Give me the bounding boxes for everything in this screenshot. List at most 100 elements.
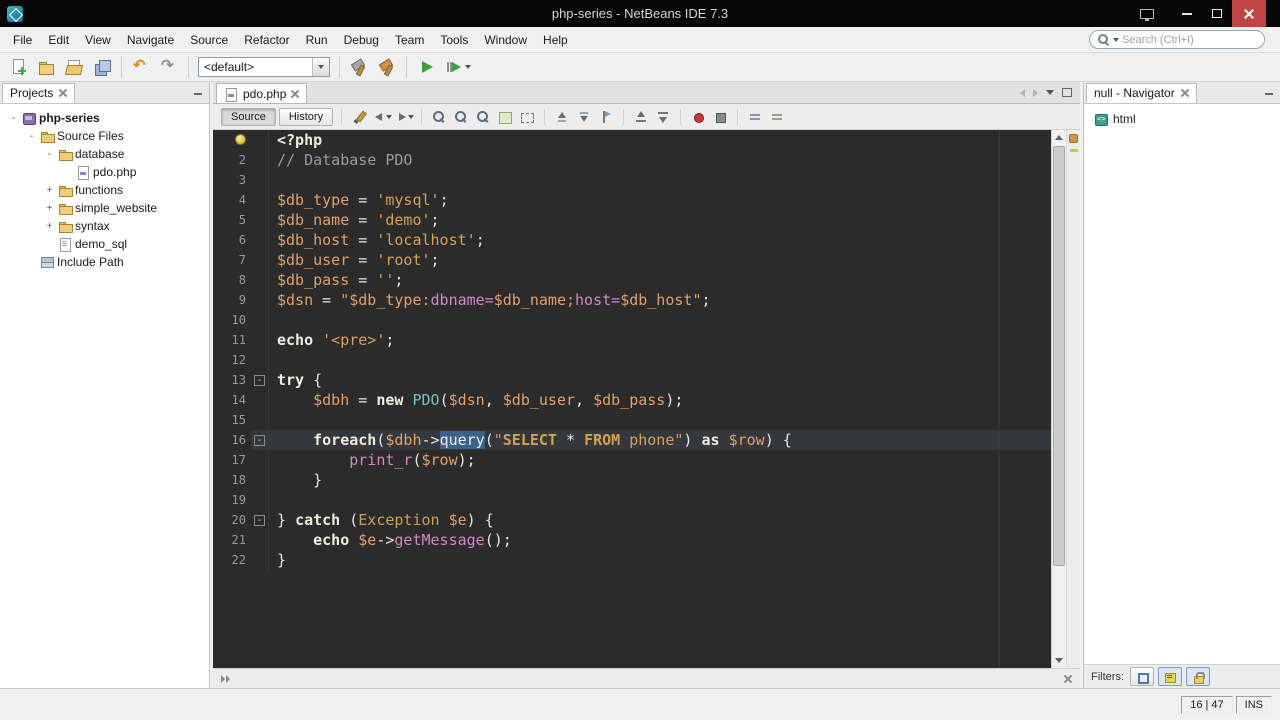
tree-toggle[interactable]: - xyxy=(8,113,19,124)
projects-tab[interactable]: Projects xyxy=(2,83,76,103)
menu-window[interactable]: Window xyxy=(476,27,535,52)
menu-navigate[interactable]: Navigate xyxy=(119,27,182,52)
scrollbar-thumb[interactable] xyxy=(1053,146,1065,566)
code-line[interactable]: 19 xyxy=(213,490,1051,510)
minimize-panel-button[interactable] xyxy=(191,87,205,100)
code-line[interactable]: 21 echo $e->getMessage(); xyxy=(213,530,1051,550)
code-line[interactable]: 3 xyxy=(213,170,1051,190)
code-editor[interactable]: <?php 2 // Database PDO 3 4 $db_type = 'mysql… xyxy=(213,130,1080,668)
navigator-tab[interactable]: null - Navigator xyxy=(1086,83,1197,103)
next-bookmark-button[interactable] xyxy=(574,107,594,127)
stop-macro-button[interactable] xyxy=(710,107,730,127)
redo-button[interactable] xyxy=(155,54,183,80)
uncomment-button[interactable] xyxy=(767,107,787,127)
tree-toggle[interactable]: + xyxy=(44,221,55,232)
tree-node-source-files[interactable]: - Source Files xyxy=(0,127,209,145)
maximize-button[interactable] xyxy=(1202,0,1232,27)
titlebar[interactable]: php-series - NetBeans IDE 7.3 xyxy=(0,0,1280,27)
minimize-button[interactable] xyxy=(1172,0,1202,27)
scroll-tabs-left-icon[interactable] xyxy=(1020,88,1025,97)
code-line[interactable]: 2 // Database PDO xyxy=(213,150,1051,170)
previous-bookmark-button[interactable] xyxy=(552,107,572,127)
fold-toggle-icon[interactable]: - xyxy=(254,514,265,526)
display-settings-button[interactable] xyxy=(1132,0,1162,27)
fold-toggle-icon[interactable]: - xyxy=(254,374,265,386)
tree-node-php-series[interactable]: - php-series xyxy=(0,109,209,127)
breadcrumb-close-icon[interactable] xyxy=(1064,675,1072,683)
last-edit-button[interactable] xyxy=(350,107,370,127)
find-previous-button[interactable] xyxy=(451,107,471,127)
code-line[interactable]: 20-} catch (Exception $e) { xyxy=(213,510,1051,530)
tree-toggle[interactable]: - xyxy=(44,149,55,160)
vertical-scrollbar[interactable] xyxy=(1051,130,1066,668)
show-inherited-filter-button[interactable] xyxy=(1130,667,1154,686)
code-line[interactable]: 13- try { xyxy=(213,370,1051,390)
save-all-button[interactable] xyxy=(88,54,116,80)
menu-help[interactable]: Help xyxy=(535,27,576,52)
back-button[interactable] xyxy=(372,107,393,127)
history-view-button[interactable]: History xyxy=(278,107,334,126)
previous-occurrence-button[interactable] xyxy=(631,107,651,127)
fold-toggle-icon[interactable]: - xyxy=(254,434,265,446)
minimize-panel-button[interactable] xyxy=(1262,87,1276,100)
close-tab-icon[interactable] xyxy=(291,90,299,98)
menu-edit[interactable]: Edit xyxy=(40,27,77,52)
code-line[interactable]: 8 $db_pass = ''; xyxy=(213,270,1051,290)
code-line[interactable]: 6 $db_host = 'localhost'; xyxy=(213,230,1051,250)
tree-node-demo-sql[interactable]: demo_sql xyxy=(0,235,209,253)
menu-file[interactable]: File xyxy=(5,27,40,52)
config-select[interactable]: <default> xyxy=(198,57,330,77)
maximize-editor-icon[interactable] xyxy=(1062,88,1072,97)
code-line[interactable]: 16- foreach($dbh->query("SELECT * FROM p… xyxy=(213,430,1051,450)
scroll-tabs-right-icon[interactable] xyxy=(1033,88,1038,97)
warning-status-icon[interactable] xyxy=(1069,134,1078,143)
code-line[interactable]: 17 print_r($row); xyxy=(213,450,1051,470)
code-line[interactable]: 4 $db_type = 'mysql'; xyxy=(213,190,1051,210)
menu-view[interactable]: View xyxy=(77,27,119,52)
find-selection-button[interactable] xyxy=(429,107,449,127)
code-line[interactable]: 7 $db_user = 'root'; xyxy=(213,250,1051,270)
menu-source[interactable]: Source xyxy=(182,27,236,52)
scroll-up-button[interactable] xyxy=(1052,130,1066,145)
combo-dropdown-button[interactable] xyxy=(312,58,329,76)
comment-button[interactable] xyxy=(745,107,765,127)
code-line[interactable]: 18 } xyxy=(213,470,1051,490)
close-icon[interactable] xyxy=(59,89,67,97)
hint-mark-icon[interactable] xyxy=(1070,149,1078,152)
tree-node-functions[interactable]: + functions xyxy=(0,181,209,199)
undo-button[interactable] xyxy=(127,54,155,80)
search-input[interactable] xyxy=(1122,33,1257,46)
tree-toggle[interactable]: - xyxy=(26,131,37,142)
tab-list-icon[interactable] xyxy=(1046,90,1054,95)
clean-build-project-button[interactable] xyxy=(373,54,401,80)
show-content-filter-button[interactable] xyxy=(1186,667,1210,686)
menu-debug[interactable]: Debug xyxy=(336,27,387,52)
tree-node-database[interactable]: - database xyxy=(0,145,209,163)
breadcrumb-chevron-icon[interactable] xyxy=(221,674,233,684)
menu-tools[interactable]: Tools xyxy=(432,27,476,52)
code-line[interactable]: 14 $dbh = new PDO($dsn, $db_user, $db_pa… xyxy=(213,390,1051,410)
scroll-down-button[interactable] xyxy=(1052,653,1066,668)
tree-toggle[interactable]: + xyxy=(44,185,55,196)
navigator-item-html[interactable]: html xyxy=(1084,110,1280,128)
find-next-button[interactable] xyxy=(473,107,493,127)
show-attributes-filter-button[interactable] xyxy=(1158,667,1182,686)
code-line[interactable]: 5 $db_name = 'demo'; xyxy=(213,210,1051,230)
quick-search[interactable] xyxy=(1089,30,1265,49)
debug-project-button[interactable] xyxy=(440,54,476,80)
run-project-button[interactable] xyxy=(412,54,440,80)
code-line[interactable]: 22} xyxy=(213,550,1051,570)
tree-node-include-path[interactable]: Include Path xyxy=(0,253,209,271)
tree-node-syntax[interactable]: + syntax xyxy=(0,217,209,235)
code-line[interactable]: 12 xyxy=(213,350,1051,370)
code-line[interactable]: 11 echo '<pre>'; xyxy=(213,330,1051,350)
open-project-button[interactable] xyxy=(60,54,88,80)
tree-node-pdo-php[interactable]: pdo.php xyxy=(0,163,209,181)
toggle-highlight-button[interactable] xyxy=(495,107,515,127)
build-project-button[interactable] xyxy=(345,54,373,80)
forward-button[interactable] xyxy=(394,107,415,127)
close-button[interactable] xyxy=(1232,0,1266,27)
hint-bulb-icon[interactable] xyxy=(235,134,246,145)
menu-refactor[interactable]: Refactor xyxy=(236,27,297,52)
editor-tab-pdo-php[interactable]: pdo.php xyxy=(216,83,308,103)
